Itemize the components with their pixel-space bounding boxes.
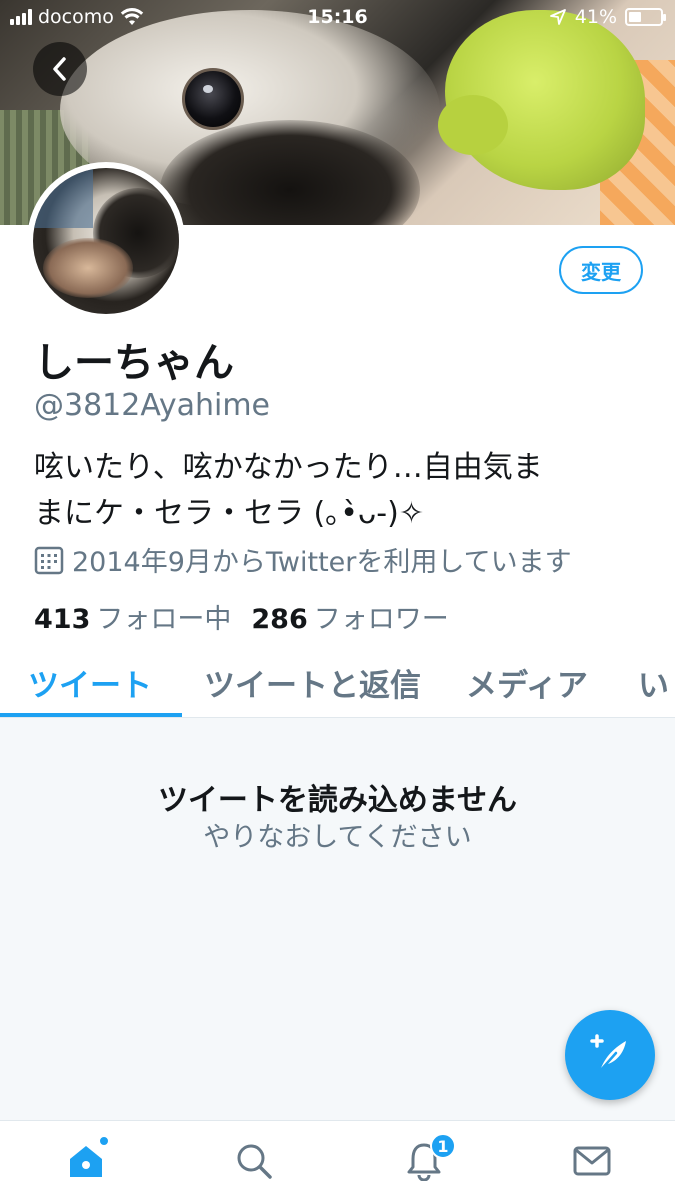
error-title: ツイートを読み込めません [157,783,518,818]
profile-tabs: ツイート ツイートと返信 メディア い [0,650,675,718]
home-icon [70,1146,102,1177]
active-tab-indicator [0,713,182,717]
follow-stats: 413 フォロー中 286 フォロワー [34,597,449,636]
profile-handle: @3812Ayahime [34,388,271,423]
tab-media[interactable]: メディア [466,660,588,705]
chevron-left-icon [53,57,66,81]
battery-icon [625,8,666,26]
battery-level-fill [629,12,642,22]
home-new-dot [98,1135,110,1147]
tab-likes[interactable]: い [638,660,669,705]
nav-notifications[interactable]: 1 [402,1133,456,1183]
nav-home[interactable] [64,1135,110,1183]
nav-messages[interactable] [570,1139,614,1183]
bio-line-1: 呟いたり、呟かなかったり…自由気ま [34,450,543,485]
edit-profile-button[interactable]: 変更 [559,246,643,294]
bottom-nav: 1 [0,1120,675,1200]
retry-message[interactable]: やりなおしてください [0,815,675,854]
profile-bio: 呟いたり、呟かなかったり…自由気ま まにケ・セラ・セラ (｡•̀ᴗ-)✧ [34,445,634,537]
compose-feather-icon [590,1034,626,1073]
status-bar: docomo 15:16 41% [0,0,675,36]
banner-dog-eye [182,68,244,130]
tab-tweets-and-replies[interactable]: ツイートと返信 [204,660,421,705]
following-link[interactable]: 413 フォロー中 [34,597,231,636]
following-label: フォロー中 [96,604,232,635]
mail-icon [573,1146,611,1176]
avatar[interactable] [27,162,185,320]
nav-search[interactable] [232,1139,276,1183]
join-date: 2014年9月からTwitterを利用しています [34,540,572,579]
location-arrow-icon [549,9,566,25]
join-date-text: 2014年9月からTwitterを利用しています [72,547,572,578]
bio-line-2: まにケ・セラ・セラ (｡•̀ᴗ-)✧ [34,496,424,531]
banner-plush-toy-arm [438,95,508,155]
notification-badge: 1 [430,1133,456,1159]
back-button[interactable] [33,42,87,96]
compose-tweet-button[interactable] [565,1010,655,1100]
followers-count: 286 [251,604,308,635]
followers-link[interactable]: 286 フォロワー [251,597,448,636]
following-count: 413 [34,604,91,635]
calendar-icon [34,546,64,574]
avatar-image [33,168,179,314]
profile-name: しーちゃん [34,340,234,386]
tab-tweets[interactable]: ツイート [28,660,152,705]
followers-label: フォロワー [313,604,449,635]
search-icon [237,1144,272,1179]
battery-percent: 41% [574,6,617,28]
